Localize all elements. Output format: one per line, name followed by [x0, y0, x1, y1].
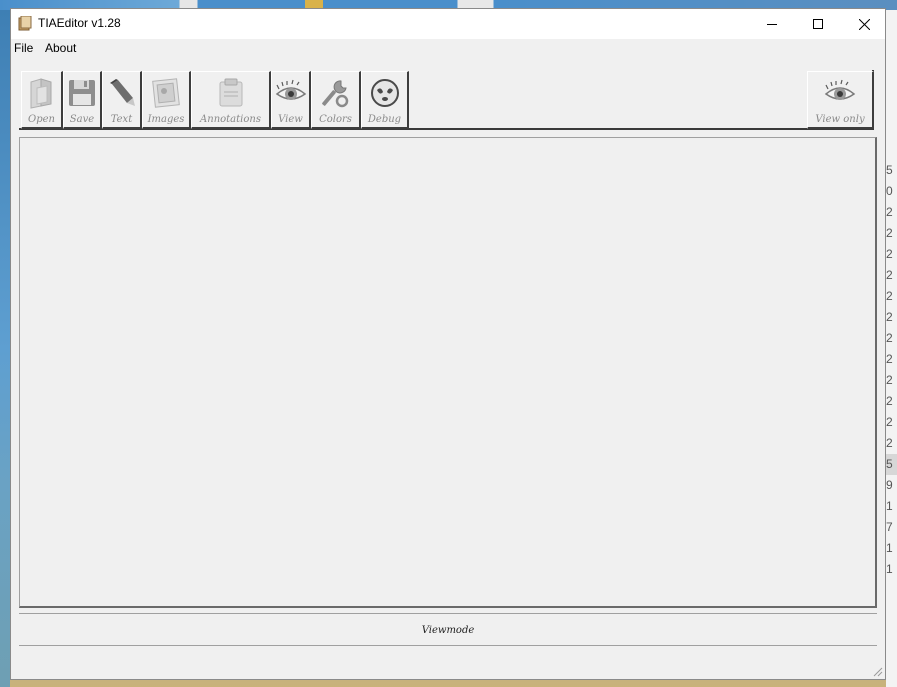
app-icon: [18, 16, 32, 31]
status-divider-bottom: [19, 645, 877, 646]
view-button-label: View: [278, 114, 303, 125]
close-button[interactable]: [841, 9, 887, 39]
resize-grip-icon[interactable]: [871, 665, 883, 677]
background-digit: 1: [886, 541, 893, 555]
status-mode-text: Viewmode: [421, 625, 475, 636]
background-digit: 0: [886, 184, 893, 198]
background-digit: 2: [886, 268, 893, 282]
debug-button-label: Debug: [367, 114, 402, 125]
folder-icon: [30, 78, 51, 109]
text-button-label: Text: [110, 114, 133, 125]
menu-about[interactable]: About: [45, 41, 76, 55]
background-window-fragment: 5 0 2 2 2 2 2 2 2 2 2 2 2 2 5 9 1 7 1 1: [886, 10, 897, 687]
floppy-disk-icon: [69, 80, 95, 106]
background-digit: 2: [886, 436, 893, 450]
background-digit: 1: [886, 562, 893, 576]
background-digit: 2: [886, 289, 893, 303]
maximize-icon: [813, 19, 823, 29]
background-digit: 2: [886, 331, 893, 345]
open-button-label: Open: [28, 114, 55, 125]
desktop-background-left: [0, 10, 10, 687]
background-digit: 5: [886, 454, 897, 475]
bug-icon: [370, 79, 399, 107]
close-icon: [858, 18, 870, 30]
colors-button-label: Colors: [319, 114, 352, 125]
annotations-button-label: Annotations: [200, 114, 261, 125]
background-digit: 2: [886, 373, 893, 387]
maximize-button[interactable]: [795, 9, 841, 39]
image-frame-icon: [152, 78, 180, 108]
background-digit: 2: [886, 226, 893, 240]
view-only-button-label: View only: [815, 114, 865, 125]
background-digit: 2: [886, 394, 893, 408]
background-digit: 2: [886, 310, 893, 324]
note-icon: [219, 78, 242, 107]
status-divider-top: [19, 613, 877, 614]
background-digit: 2: [886, 352, 893, 366]
background-digit: 7: [886, 520, 893, 534]
menu-bar: File About: [11, 39, 885, 58]
images-button[interactable]: Images: [142, 71, 191, 129]
colors-button[interactable]: Colors: [311, 71, 361, 129]
view-button[interactable]: View: [271, 71, 311, 129]
background-digit: 9: [886, 478, 893, 492]
app-window: TIAEditor v1.28 File About Open Save Tex…: [10, 8, 886, 680]
title-bar[interactable]: TIAEditor v1.28: [11, 9, 885, 39]
minimize-button[interactable]: [749, 9, 795, 39]
background-digit: 2: [886, 415, 893, 429]
background-digit: 5: [886, 163, 893, 177]
eye-icon: [275, 79, 306, 100]
save-button-label: Save: [69, 114, 95, 125]
wrench-icon: [321, 80, 348, 108]
eye-icon: [824, 79, 856, 100]
view-only-button[interactable]: View only: [807, 71, 874, 129]
images-button-label: Images: [147, 114, 185, 125]
debug-button[interactable]: Debug: [361, 71, 409, 129]
annotations-button[interactable]: Annotations: [191, 71, 271, 129]
text-button[interactable]: Text: [102, 71, 142, 129]
editor-canvas[interactable]: [19, 137, 877, 608]
background-digit: 2: [886, 205, 893, 219]
window-title: TIAEditor v1.28: [38, 16, 121, 30]
minimize-icon: [767, 24, 777, 25]
menu-file[interactable]: File: [14, 41, 33, 55]
background-digit: 1: [886, 499, 893, 513]
background-digit: 2: [886, 247, 893, 261]
open-button[interactable]: Open: [21, 71, 63, 129]
pencil-icon: [109, 79, 135, 106]
save-button[interactable]: Save: [63, 71, 102, 129]
